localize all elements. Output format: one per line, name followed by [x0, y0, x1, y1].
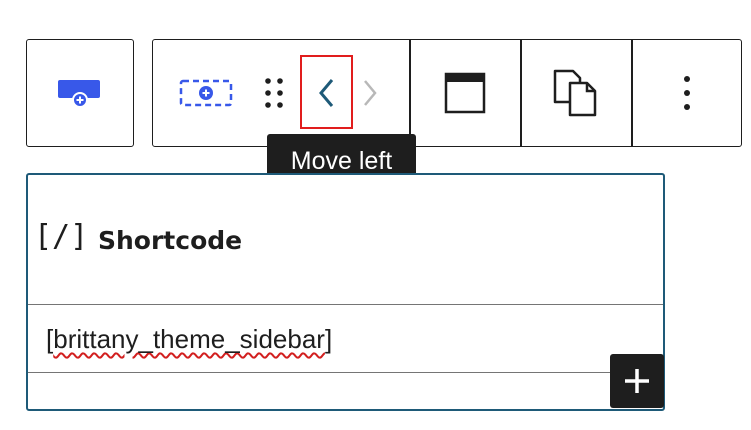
- block-header: [/] Shortcode: [28, 175, 663, 305]
- block-type-button[interactable]: [173, 40, 239, 146]
- move-right-button[interactable]: [357, 40, 383, 146]
- more-options-button[interactable]: [633, 40, 741, 146]
- plus-icon: [625, 369, 649, 393]
- align-full-icon: [444, 72, 486, 114]
- duplicate-icon: [553, 69, 597, 117]
- duplicate-button[interactable]: [522, 40, 630, 146]
- drag-handle-icon: [265, 78, 283, 108]
- block-title: Shortcode: [98, 226, 243, 255]
- shortcode-block[interactable]: [/] Shortcode [brittany_theme_sidebar]: [26, 173, 665, 411]
- drag-handle[interactable]: [253, 40, 295, 146]
- chevron-right-icon: [364, 80, 377, 106]
- shortcode-block-icon: [179, 79, 233, 107]
- align-button[interactable]: [411, 40, 519, 146]
- select-parent-icon: [58, 80, 100, 108]
- shortcode-icon: [/]: [34, 219, 89, 254]
- shortcode-input[interactable]: [brittany_theme_sidebar]: [28, 306, 663, 373]
- spellcheck-word: brittany_theme_sidebar: [53, 324, 325, 354]
- more-vertical-icon: [684, 76, 690, 110]
- block-toolbar: [152, 39, 742, 147]
- tooltip-text: Move left: [290, 147, 393, 175]
- add-block-button[interactable]: [610, 354, 664, 408]
- shortcode-input-value[interactable]: [brittany_theme_sidebar]: [46, 324, 332, 355]
- highlight-frame: [300, 55, 353, 129]
- select-parent-button[interactable]: [26, 39, 134, 147]
